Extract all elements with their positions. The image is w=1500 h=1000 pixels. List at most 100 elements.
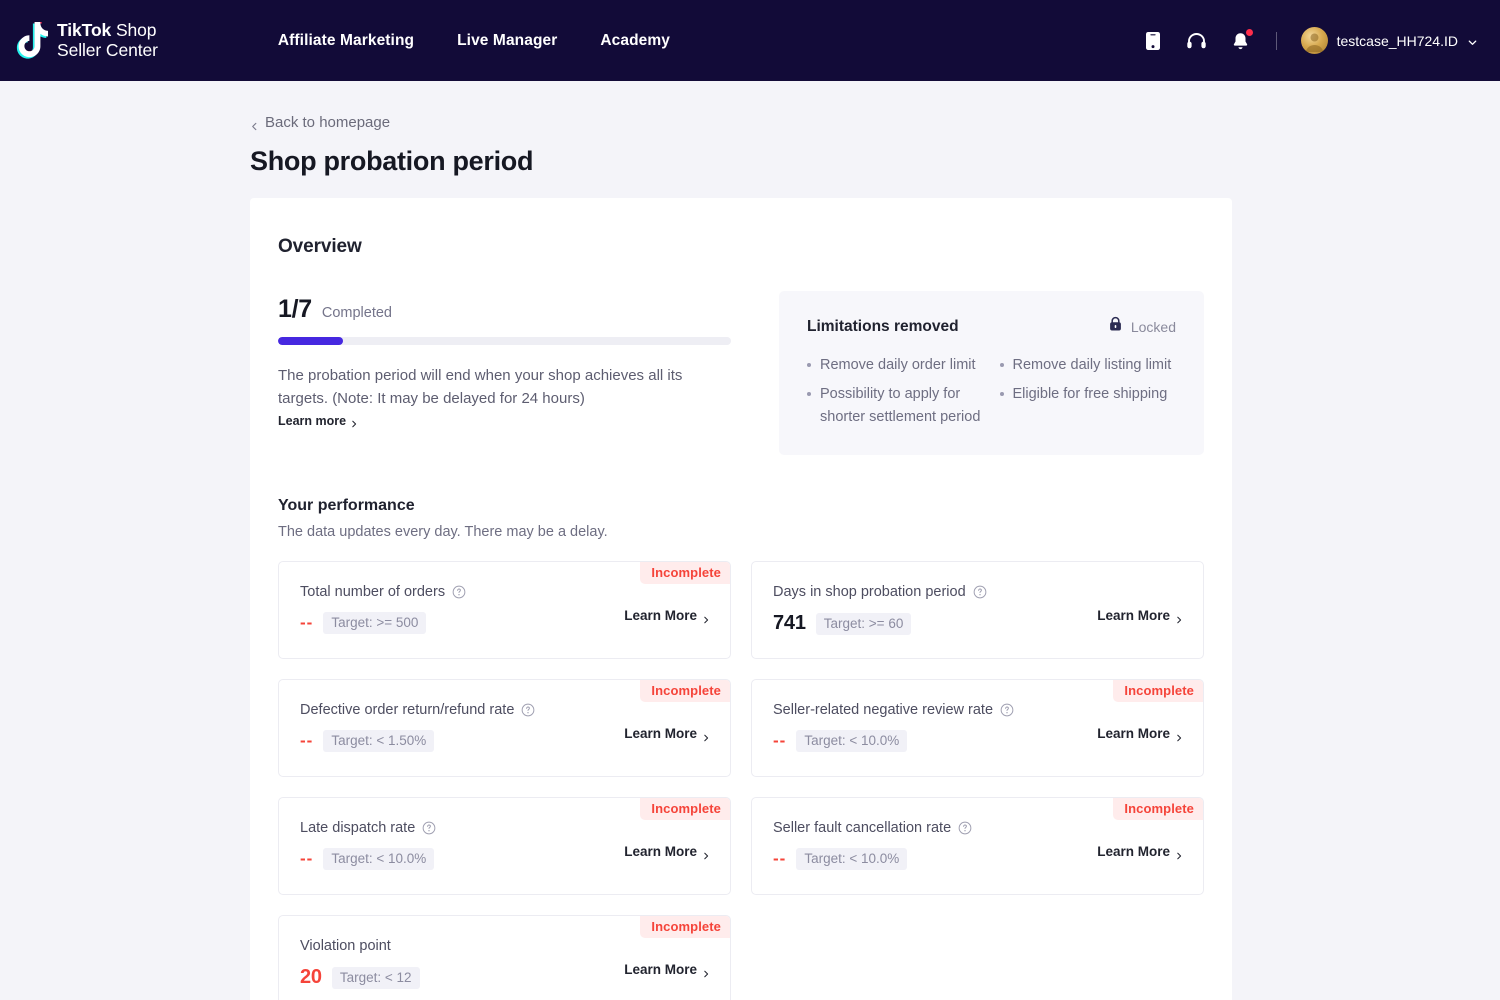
limitation-label: Remove daily listing limit [1012, 357, 1172, 373]
primary-nav: Affiliate Marketing Live Manager Academy [278, 32, 670, 50]
page-body: Back to homepage Shop probation period O… [0, 114, 1500, 1000]
status-badge-incomplete: Incomplete [640, 916, 730, 939]
metric-card: Incomplete Violation point 20 Target: < 12 L… [278, 915, 731, 1000]
nav-item-live-manager[interactable]: Live Manager [457, 32, 557, 50]
metric-target-chip: Target: < 12 [331, 966, 420, 989]
nav-item-academy[interactable]: Academy [600, 32, 670, 50]
limitation-label: Eligible for free shipping [1012, 386, 1168, 403]
status-badge-incomplete: Incomplete [1113, 680, 1203, 703]
metric-label-row: Seller fault cancellation rate [773, 820, 1181, 836]
metric-label: Total number of orders [300, 584, 446, 601]
help-circle-icon[interactable] [1000, 703, 1014, 717]
limitations-removed-card: Limitations removed Locked Remove daily … [779, 291, 1204, 456]
progress-bar-track [278, 337, 731, 345]
learn-more-link[interactable]: Learn more [278, 414, 358, 428]
completed-label: Completed [321, 305, 392, 321]
learn-more-label: Learn More [624, 844, 697, 860]
breadcrumb-back-to-homepage[interactable]: Back to homepage [250, 114, 390, 131]
user-avatar [1300, 27, 1328, 54]
logo-line-one: TikTok Shop [57, 20, 158, 41]
overview-panel: Overview 1/7 Completed The probation per… [250, 198, 1232, 1000]
progress-bar-fill [278, 337, 343, 345]
metric-card: Incomplete Total number of orders -- Target… [278, 561, 731, 660]
learn-more-button[interactable]: Learn More [1097, 608, 1183, 623]
bullet-dot-icon [807, 363, 811, 367]
metric-value: 741 [773, 612, 806, 635]
help-circle-icon[interactable] [422, 821, 436, 835]
metric-value: -- [773, 849, 787, 869]
user-account-menu[interactable]: testcase_HH724.ID [1300, 27, 1478, 54]
status-badge-incomplete: Incomplete [640, 798, 730, 821]
performance-header: Your performance The data updates every … [278, 497, 1204, 540]
learn-more-label: Learn more [278, 413, 347, 428]
metric-label: Seller fault cancellation rate [773, 820, 952, 837]
nav-item-affiliate-marketing[interactable]: Affiliate Marketing [278, 32, 414, 50]
learn-more-button[interactable]: Learn More [624, 962, 710, 977]
chevron-right-icon [1175, 848, 1183, 860]
metric-label-row: Defective order return/refund rate [300, 702, 708, 718]
nav-divider [1275, 31, 1277, 50]
metric-label-row: Total number of orders [300, 584, 708, 600]
help-circle-icon[interactable] [973, 585, 987, 599]
metric-target-chip: Target: >= 60 [815, 612, 912, 635]
headset-support-icon[interactable] [1186, 30, 1208, 52]
overview-row: 1/7 Completed The probation period will … [278, 291, 1204, 456]
limitation-label: Remove daily order limit [820, 357, 976, 373]
notification-bell-icon[interactable] [1230, 28, 1253, 52]
probation-description: The probation period will end when your … [278, 367, 683, 408]
locked-status: Locked [1108, 316, 1176, 337]
metric-label-row: Seller-related negative review rate [773, 702, 1181, 718]
metric-label: Late dispatch rate [300, 820, 416, 837]
chevron-right-icon [350, 417, 358, 427]
overview-section-title: Overview [278, 236, 362, 257]
status-badge-incomplete: Incomplete [1113, 798, 1203, 821]
metric-target-chip: Target: < 10.0% [796, 848, 908, 871]
metric-target-chip: Target: < 1.50% [323, 730, 435, 753]
chevron-right-icon [702, 730, 710, 742]
metric-label-row: Violation point [300, 938, 708, 954]
metric-value: 20 [300, 966, 322, 989]
help-circle-icon[interactable] [452, 585, 466, 599]
learn-more-button[interactable]: Learn More [624, 726, 710, 741]
learn-more-label: Learn More [1097, 608, 1170, 624]
learn-more-button[interactable]: Learn More [624, 608, 710, 623]
metric-value: -- [300, 613, 314, 633]
metric-card: Incomplete Late dispatch rate -- Target: < … [278, 797, 731, 896]
learn-more-button[interactable]: Learn More [1097, 726, 1183, 741]
help-circle-icon[interactable] [521, 703, 535, 717]
brand-logo[interactable]: TikTok Shop Seller Center [10, 20, 158, 61]
limitation-item: Remove daily listing limit [999, 354, 1177, 376]
limitation-item: Remove daily order limit [807, 354, 984, 376]
metric-card: Incomplete Seller fault cancellation rate… [751, 797, 1204, 896]
metric-value: -- [773, 731, 787, 751]
notification-badge-dot [1245, 28, 1253, 36]
chevron-down-icon [1467, 35, 1478, 46]
metric-cards-grid: Incomplete Total number of orders -- Target… [278, 561, 1204, 1000]
breadcrumb-label: Back to homepage [265, 114, 391, 131]
learn-more-label: Learn More [624, 726, 697, 742]
limitation-item: Possibility to apply for shorter settlem… [807, 383, 984, 428]
lock-icon [1108, 316, 1123, 337]
learn-more-button[interactable]: Learn More [1097, 844, 1183, 859]
learn-more-label: Learn More [624, 608, 697, 624]
status-badge-incomplete: Incomplete [640, 680, 730, 703]
chevron-right-icon [1175, 730, 1183, 742]
metric-target-chip: Target: < 10.0% [796, 730, 908, 753]
help-circle-icon[interactable] [958, 821, 972, 835]
limitations-header: Limitations removed Locked [807, 316, 1176, 337]
metric-label-row: Late dispatch rate [300, 820, 708, 836]
logo-seller-center-word: Seller Center [57, 39, 158, 60]
performance-title: Your performance [278, 497, 415, 515]
progress-summary: 1/7 Completed The probation period will … [278, 291, 759, 430]
bullet-dot-icon [807, 392, 811, 397]
mobile-app-icon[interactable] [1142, 30, 1164, 52]
completed-line: 1/7 Completed [278, 295, 759, 324]
metric-label: Days in shop probation period [773, 584, 966, 601]
learn-more-button[interactable]: Learn More [624, 844, 710, 859]
metric-card: Incomplete Seller-related negative review… [751, 679, 1204, 778]
chevron-right-icon [702, 848, 710, 860]
metric-label: Violation point [300, 938, 391, 955]
tiktok-note-icon [14, 21, 50, 61]
metric-label: Seller-related negative review rate [773, 702, 994, 719]
chevron-right-icon [702, 966, 710, 978]
